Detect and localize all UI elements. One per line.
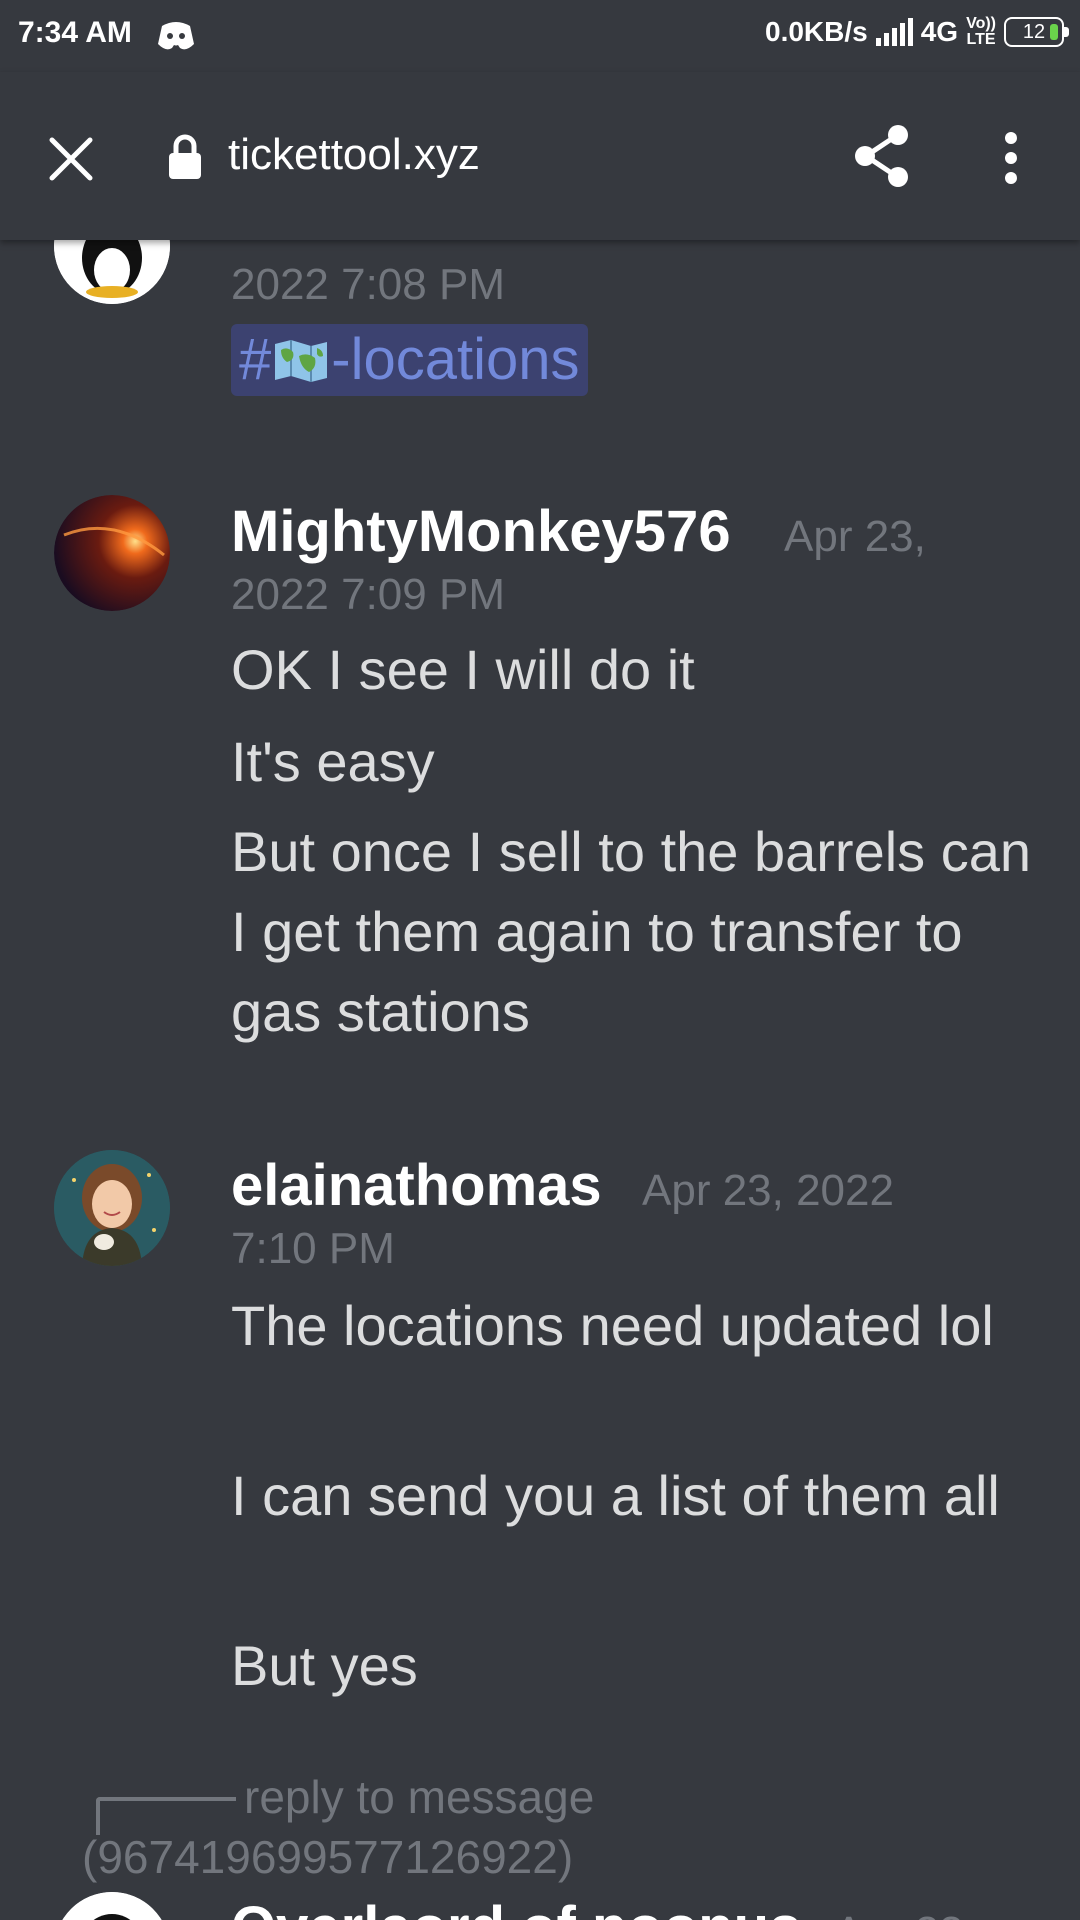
avatar[interactable] — [54, 495, 170, 611]
network-type: 4G — [920, 16, 959, 47]
message-timestamp: Apr 23 — [834, 1908, 964, 1920]
chat-transcript: 2022 7:08 PM # -locations MightyMonkey57… — [0, 240, 1080, 1920]
world-map-icon — [275, 340, 328, 382]
message-line: But yes — [231, 1634, 418, 1697]
message-line: But once I sell to the barrels can I get… — [231, 820, 1031, 1043]
lock-icon — [169, 134, 201, 179]
battery-icon: 12 — [1004, 17, 1069, 47]
share-icon[interactable] — [852, 124, 912, 188]
message-line: It's easy — [231, 730, 435, 793]
avatar[interactable] — [54, 1150, 170, 1266]
username[interactable]: Overlaord of poonus — [231, 1894, 801, 1920]
reply-message-id[interactable]: (967419699577126922) — [82, 1830, 573, 1884]
avatar — [54, 240, 170, 304]
username[interactable]: elainathomas — [231, 1152, 602, 1219]
volte-icon: Vo)) LTE — [966, 16, 996, 48]
message-line: OK I see I will do it — [231, 638, 695, 701]
channel-name: -locations — [331, 327, 580, 392]
browser-toolbar: tickettool.xyz — [0, 72, 1080, 240]
username[interactable]: MightyMonkey576 — [231, 498, 731, 565]
message-timestamp: Apr 23, 2022 — [642, 1166, 894, 1215]
message-timestamp: 2022 7:09 PM — [231, 570, 505, 619]
url-text[interactable]: tickettool.xyz — [228, 130, 480, 180]
discord-notification-icon — [158, 22, 194, 50]
message-timestamp: Apr 23, — [784, 512, 926, 561]
channel-mention-link[interactable]: # -locations — [231, 324, 588, 396]
status-time: 7:34 AM — [18, 16, 132, 49]
status-bar: 7:34 AM 0.0KB/s 4G Vo)) LTE 12 — [0, 0, 1080, 72]
message-line: The locations need updated lol — [231, 1294, 994, 1357]
message-timestamp: 7:10 PM — [231, 1224, 395, 1273]
message-line: I can send you a list of them all — [231, 1464, 1000, 1527]
volte-bottom: LTE — [966, 31, 996, 48]
close-icon[interactable] — [46, 134, 96, 184]
channel-hash: # — [239, 327, 272, 392]
network-speed: 0.0KB/s — [765, 16, 868, 47]
more-options-icon[interactable] — [996, 128, 1026, 188]
battery-level: 12 — [1022, 20, 1046, 43]
message-timestamp: 2022 7:08 PM — [231, 260, 505, 309]
avatar[interactable] — [54, 1892, 170, 1920]
signal-icon — [875, 18, 913, 46]
reply-label[interactable]: reply to message — [244, 1770, 594, 1824]
volte-top: Vo)) — [966, 15, 996, 32]
status-indicators: 0.0KB/s 4G Vo)) LTE 12 — [765, 16, 1069, 48]
